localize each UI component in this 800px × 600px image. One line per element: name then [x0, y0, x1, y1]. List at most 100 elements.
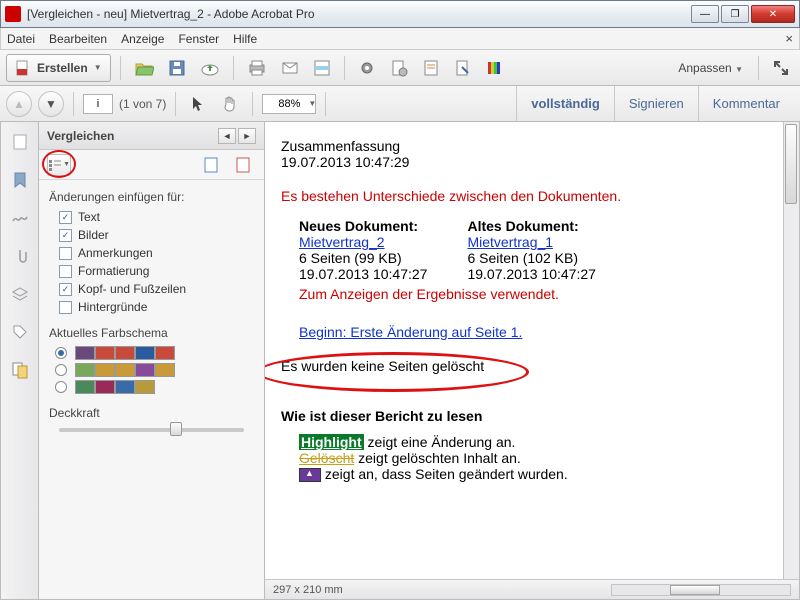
radio-scheme-2[interactable]	[55, 381, 67, 393]
gear-icon	[358, 59, 376, 77]
swatch	[155, 363, 175, 377]
menu-help[interactable]: Hilfe	[233, 32, 257, 46]
page-number-input[interactable]	[83, 94, 113, 114]
chk-annotations[interactable]: Anmerkungen	[59, 246, 254, 260]
cloud-up-icon	[200, 60, 220, 76]
menu-close-doc[interactable]: ×	[785, 31, 793, 46]
arrow-cursor-icon	[190, 95, 206, 113]
page-up-button[interactable]: ▲	[6, 91, 32, 117]
maximize-button[interactable]: ❐	[721, 5, 749, 23]
opacity-slider[interactable]	[59, 428, 244, 432]
color-scheme-2[interactable]	[55, 380, 254, 394]
rail-signature-icon[interactable]	[10, 208, 30, 228]
radio-scheme-1[interactable]	[55, 364, 67, 376]
fullscreen-button[interactable]	[768, 55, 794, 81]
horizontal-scrollbar[interactable]	[611, 584, 791, 596]
menu-window[interactable]: Fenster	[178, 32, 219, 46]
insert-changes-label: Änderungen einfügen für:	[49, 190, 254, 204]
menu-view[interactable]: Anzeige	[121, 32, 164, 46]
new-doc-label: Neues Dokument:	[299, 218, 427, 234]
rail-layers-icon[interactable]	[10, 284, 30, 304]
chk-backgrounds[interactable]: Hintergründe	[59, 300, 254, 314]
old-doc-block: Altes Dokument: Mietvertrag_1 6 Seiten (…	[467, 218, 595, 282]
page-red-icon	[236, 157, 250, 173]
window-title: [Vergleichen - neu] Mietvertrag_2 - Adob…	[27, 7, 691, 21]
old-doc-link[interactable]: Mietvertrag_1	[467, 234, 553, 250]
gear-button[interactable]	[354, 55, 380, 81]
old-doc-pages: 6 Seiten (102 KB)	[467, 250, 595, 266]
swatch	[95, 363, 115, 377]
form-button[interactable]	[418, 55, 444, 81]
rail-attach-icon[interactable]	[10, 246, 30, 266]
panel-next[interactable]: ►	[238, 128, 256, 144]
hand-icon	[221, 95, 239, 113]
no-delete-msg: Es wurden keine Seiten gelöscht	[281, 358, 771, 374]
link-comment[interactable]: Kommentar	[698, 86, 794, 121]
begin-link[interactable]: Beginn: Erste Änderung auf Seite 1.	[299, 324, 522, 340]
link-sign[interactable]: Signieren	[614, 86, 698, 121]
page-dimensions: 297 x 210 mm	[273, 584, 343, 596]
colors-button[interactable]	[482, 55, 508, 81]
pan-tool[interactable]	[217, 91, 243, 117]
panel-doc-a[interactable]	[198, 152, 224, 178]
chevron-down-icon: ▼	[94, 63, 102, 72]
swatch	[75, 346, 95, 360]
hand-tool[interactable]	[185, 91, 211, 117]
floppy-icon	[168, 59, 186, 77]
rail-bookmark-icon[interactable]	[10, 170, 30, 190]
radio-scheme-0[interactable]	[55, 347, 67, 359]
rail-tag-icon[interactable]	[10, 322, 30, 342]
panel-doc-b[interactable]	[230, 152, 256, 178]
scan-button[interactable]	[309, 55, 335, 81]
zoom-input[interactable]	[262, 94, 316, 114]
swatch	[75, 380, 95, 394]
panel-options-button[interactable]: ▼	[47, 154, 71, 176]
link-full[interactable]: vollständig	[516, 86, 614, 121]
panel-body: Änderungen einfügen für: Text Bilder Anm…	[39, 180, 264, 442]
pdf-icon	[15, 60, 31, 76]
cloud-button[interactable]	[196, 55, 224, 81]
page-down-button[interactable]: ▼	[38, 91, 64, 117]
close-button[interactable]: ✕	[751, 5, 795, 23]
vscroll-thumb[interactable]	[785, 124, 797, 204]
chk-formatting[interactable]: Formatierung	[59, 264, 254, 278]
compare-panel: Vergleichen ◄ ► ▼ Änderungen einfügen fü…	[39, 122, 265, 599]
document-content[interactable]: Zusammenfassung 19.07.2013 10:47:29 Es b…	[265, 122, 783, 579]
customize-button[interactable]: Anpassen ▼	[672, 61, 749, 75]
open-button[interactable]	[130, 55, 158, 81]
chk-text[interactable]: Text	[59, 210, 254, 224]
panel-toolbar: ▼	[39, 150, 264, 180]
menu-edit[interactable]: Bearbeiten	[49, 32, 107, 46]
chk-headers-footers[interactable]: Kopf- und Fußzeilen	[59, 282, 254, 296]
summary-date: 19.07.2013 10:47:29	[281, 154, 771, 170]
opacity-label: Deckkraft	[49, 406, 254, 420]
slider-thumb[interactable]	[170, 422, 182, 436]
page-blue-icon	[204, 157, 218, 173]
new-doc-date: 19.07.2013 10:47:27	[299, 266, 427, 282]
list-icon	[48, 159, 61, 171]
minimize-button[interactable]: —	[691, 5, 719, 23]
old-doc-date: 19.07.2013 10:47:27	[467, 266, 595, 282]
hscroll-thumb[interactable]	[670, 585, 720, 595]
print-button[interactable]	[243, 55, 271, 81]
menu-file[interactable]: Datei	[7, 32, 35, 46]
link-button[interactable]	[450, 55, 476, 81]
rail-pages-icon[interactable]	[10, 132, 30, 152]
color-scheme-1[interactable]	[55, 363, 254, 377]
old-doc-label: Altes Dokument:	[467, 218, 595, 234]
save-button[interactable]	[164, 55, 190, 81]
new-doc-link[interactable]: Mietvertrag_2	[299, 234, 385, 250]
rail-compare-icon[interactable]	[10, 360, 30, 380]
edit-doc-button[interactable]	[386, 55, 412, 81]
color-scheme-0[interactable]	[55, 346, 254, 360]
page-lines-icon	[422, 59, 440, 77]
color-scheme-label: Aktuelles Farbschema	[49, 326, 254, 340]
page-total: (1 von 7)	[119, 97, 166, 111]
chk-images[interactable]: Bilder	[59, 228, 254, 242]
share-button[interactable]	[277, 55, 303, 81]
expand-icon	[772, 59, 790, 77]
create-button[interactable]: Erstellen ▼	[6, 54, 111, 82]
panel-prev[interactable]: ◄	[218, 128, 236, 144]
app-icon	[5, 6, 21, 22]
vertical-scrollbar[interactable]	[783, 122, 799, 579]
